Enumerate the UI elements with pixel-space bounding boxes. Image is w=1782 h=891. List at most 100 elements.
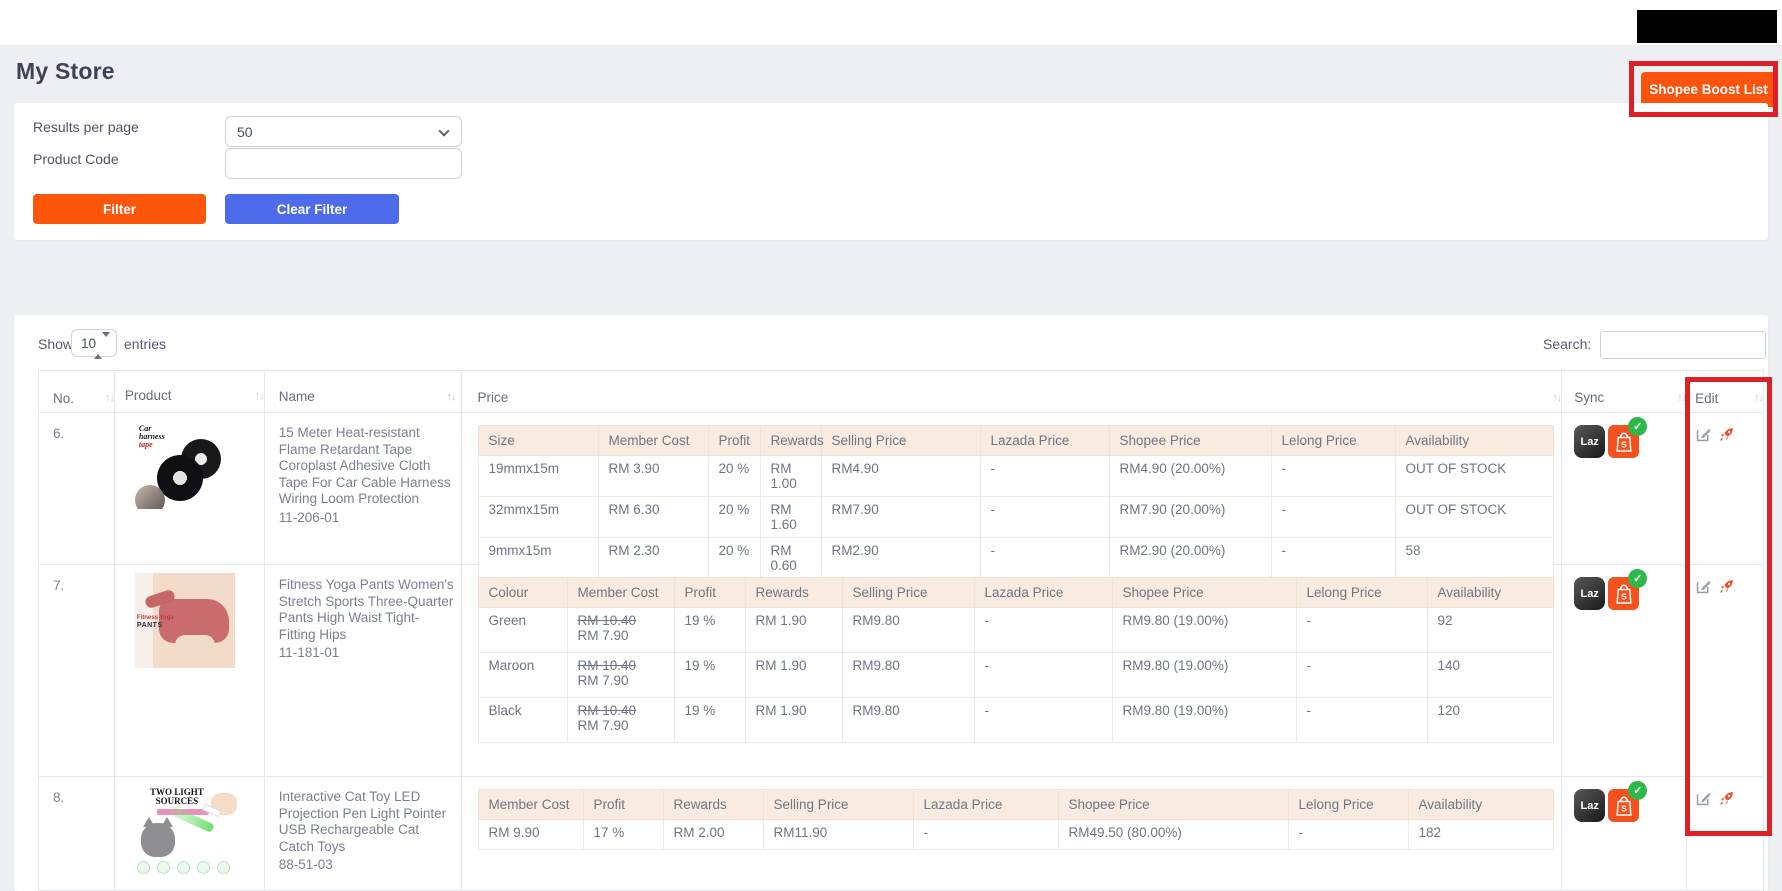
table-row: 7. Fitness Yoga PANTS Fitness Yoga Pants…: [38, 565, 1764, 777]
price-col-header: Selling Price: [820, 425, 981, 456]
sort-icon: ↑↓: [104, 392, 115, 404]
profit-cell: 20 %: [707, 455, 761, 497]
product-name-cell: Interactive Cat Toy LED Projection Pen L…: [265, 777, 462, 890]
row-number: 7.: [39, 565, 115, 776]
price-col-header: Rewards: [744, 577, 843, 608]
column-header-price-label: Price: [477, 390, 509, 405]
filter-button[interactable]: Filter: [33, 194, 206, 224]
price-col-header: Rewards: [662, 789, 764, 820]
sync-success-check-icon: ✓: [1628, 569, 1648, 588]
page-size-select-wrap: 10: [71, 329, 117, 359]
product-name: 15 Meter Heat-resistant Flame Retardant …: [278, 425, 451, 506]
price-col-header: Size: [477, 425, 599, 456]
price-col-header: Availability: [1426, 577, 1554, 608]
product-image-tape: Car harness tape: [132, 421, 235, 509]
clear-filter-button[interactable]: Clear Filter: [225, 194, 399, 224]
row-number: 6.: [39, 413, 115, 564]
shopee-sync-icon[interactable]: S ✓: [1608, 417, 1648, 458]
product-code-label: Product Code: [33, 151, 119, 167]
price-header-row: Size Member Cost Profit Rewards Selling …: [477, 425, 1554, 456]
price-col-header: Profit: [673, 577, 746, 608]
variant-row: 32mmx15m RM 6.30 20 % RM 1.60 RM7.90 - R…: [477, 496, 1554, 538]
variant-row: 19mmx15m RM 3.90 20 % RM 1.00 RM4.90 - R…: [477, 455, 1554, 497]
row-number: 8.: [39, 777, 115, 890]
sort-icon: ↑↓: [254, 389, 265, 402]
rewards-cell: RM 1.90: [744, 652, 843, 698]
column-header-name[interactable]: Name ↑↓: [265, 371, 462, 412]
old-member-cost: RM 10.40: [577, 613, 637, 628]
price-col-header: Lelong Price: [1270, 425, 1396, 456]
price-col-header: Profit: [582, 789, 664, 820]
product-name-cell: Fitness Yoga Pants Women's Stretch Sport…: [265, 565, 462, 776]
products-table-card: Show 10 entries Search: No. ↑↓ Product ↑↓ …: [14, 315, 1768, 891]
lelong-price-cell: -: [1295, 652, 1428, 698]
price-cell: Size Member Cost Profit Rewards Selling …: [462, 413, 1563, 579]
sync-success-check-icon: ✓: [1628, 417, 1648, 436]
products-table: No. ↑↓ Product ↑↓ Name ↑↓ Price ↑↓ Sync ↑↓ Ed…: [38, 370, 1764, 891]
lazada-sync-icon[interactable]: Laz: [1574, 425, 1606, 458]
selling-price-cell: RM9.80: [841, 607, 975, 653]
profit-cell: 19 %: [673, 697, 746, 743]
lazada-sync-icon[interactable]: Laz: [1574, 789, 1606, 822]
price-col-header: Availability: [1394, 425, 1554, 456]
shopee-sync-icon[interactable]: S ✓: [1608, 569, 1648, 610]
selling-price-cell: RM7.90: [820, 496, 981, 538]
price-col-header: Selling Price: [762, 789, 914, 820]
price-col-header: Profit: [707, 425, 761, 456]
selling-price-cell: RM9.80: [841, 697, 975, 743]
price-col-header: Member Cost: [566, 577, 675, 608]
variant-row: Green RM 10.40 RM 7.90 19 % RM 1.90 RM9.…: [477, 607, 1554, 653]
availability-cell: 92: [1426, 607, 1554, 653]
price-col-header: Colour: [477, 577, 568, 608]
member-cost-cell: RM 10.40 RM 7.90: [566, 652, 675, 698]
shopee-sync-icon[interactable]: S ✓: [1608, 781, 1648, 822]
member-cost: RM 7.90: [577, 718, 629, 733]
table-header-row: No. ↑↓ Product ↑↓ Name ↑↓ Price ↑↓ Sync ↑↓ Ed…: [38, 370, 1764, 413]
column-header-no[interactable]: No. ↑↓: [39, 371, 115, 412]
selling-price-cell: RM4.90: [820, 455, 981, 497]
filter-card: Results per page 50 Product Code Filter …: [14, 103, 1768, 240]
selling-price-cell: RM9.80: [841, 652, 975, 698]
price-col-header: Lazada Price: [912, 789, 1059, 820]
rewards-cell: RM 1.90: [744, 697, 843, 743]
lazada-price-cell: -: [973, 607, 1113, 653]
product-code: 11-181-01: [278, 645, 340, 660]
availability-cell: 182: [1407, 819, 1554, 850]
member-cost-cell: RM 3.90: [597, 455, 709, 497]
product-name: Fitness Yoga Pants Women's Stretch Sport…: [278, 577, 454, 642]
variant-cell: 19mmx15m: [477, 455, 599, 497]
page-size-select[interactable]: 10: [72, 330, 116, 356]
lelong-price-cell: -: [1295, 607, 1428, 653]
annotation-box-boost-button: [1629, 61, 1778, 117]
lelong-price-cell: -: [1270, 496, 1396, 538]
lelong-price-cell: -: [1295, 697, 1428, 743]
svg-text:S: S: [1621, 439, 1627, 449]
lelong-price-cell: -: [1287, 819, 1409, 850]
product-code-input[interactable]: [225, 148, 462, 179]
price-col-header: Lazada Price: [979, 425, 1110, 456]
rewards-cell: RM 1.60: [759, 496, 822, 538]
old-member-cost: RM 10.40: [577, 703, 637, 718]
column-header-product[interactable]: Product ↑↓: [115, 371, 265, 412]
price-col-header: Shopee Price: [1108, 425, 1272, 456]
product-code: 88-51-03: [278, 857, 333, 872]
image-text: Fitness Yoga: [136, 615, 174, 621]
column-header-no-label: No.: [53, 390, 75, 406]
results-per-page-select[interactable]: 50: [226, 117, 461, 146]
price-header-row: Member Cost Profit Rewards Selling Price…: [477, 789, 1554, 820]
column-header-sync-label: Sync: [1574, 390, 1605, 405]
member-cost-cell: RM 9.90: [477, 819, 584, 850]
lazada-sync-icon[interactable]: Laz: [1574, 577, 1606, 610]
product-code: 11-206-01: [278, 509, 340, 525]
member-cost-cell: RM 10.40 RM 7.90: [566, 607, 675, 653]
search-input[interactable]: [1600, 331, 1766, 359]
price-col-header: Rewards: [759, 425, 824, 456]
price-col-header: Member Cost: [477, 789, 584, 820]
lazada-price-cell: -: [912, 819, 1059, 850]
column-header-sync[interactable]: Sync ↑↓: [1562, 371, 1688, 412]
column-header-price[interactable]: Price ↑↓: [462, 371, 1563, 412]
availability-cell: OUT OF STOCK: [1394, 496, 1554, 538]
sort-icon: ↑↓: [446, 391, 457, 404]
sync-cell: Laz S ✓: [1562, 777, 1688, 890]
sync-cell: Laz S ✓: [1562, 413, 1688, 564]
